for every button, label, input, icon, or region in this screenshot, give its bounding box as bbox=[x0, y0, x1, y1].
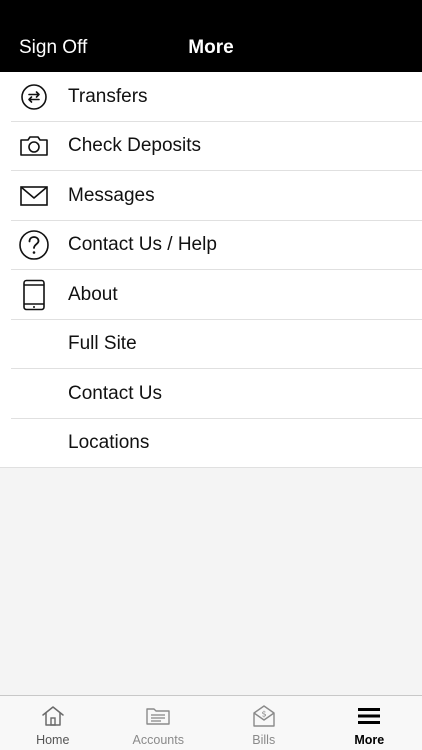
tab-label: Accounts bbox=[132, 733, 184, 747]
svg-text:$: $ bbox=[261, 710, 266, 719]
folder-icon bbox=[145, 704, 171, 728]
more-menu-list: Transfers Check Deposits Messages Contac… bbox=[0, 72, 422, 468]
tab-label: More bbox=[354, 733, 385, 747]
tab-label: Bills bbox=[252, 733, 276, 747]
question-circle-icon bbox=[14, 227, 54, 263]
camera-icon bbox=[14, 128, 54, 164]
menu-item-label: Check Deposits bbox=[68, 135, 202, 157]
tab-bar: Home Accounts $ Bills More bbox=[0, 695, 422, 750]
tab-label: Home bbox=[36, 733, 70, 747]
menu-item-label: Contact Us bbox=[68, 382, 162, 404]
menu-item-contact-help[interactable]: Contact Us / Help bbox=[0, 221, 422, 271]
tab-bills[interactable]: $ Bills bbox=[211, 696, 317, 750]
menu-item-label: Contact Us / Help bbox=[68, 234, 217, 256]
menu-item-label: Transfers bbox=[68, 85, 148, 107]
transfer-arrows-icon bbox=[14, 79, 54, 115]
phone-device-icon bbox=[14, 277, 54, 313]
tab-home[interactable]: Home bbox=[0, 696, 106, 750]
menu-item-label: Messages bbox=[68, 184, 155, 206]
bill-envelope-icon: $ bbox=[252, 704, 276, 728]
menu-item-messages[interactable]: Messages bbox=[0, 171, 422, 221]
envelope-icon bbox=[14, 178, 54, 214]
menu-item-transfers[interactable]: Transfers bbox=[0, 72, 422, 122]
menu-item-label: Locations bbox=[68, 432, 150, 454]
page-title: More bbox=[188, 37, 234, 58]
menu-item-label: About bbox=[68, 283, 118, 305]
menu-item-locations[interactable]: Locations bbox=[0, 419, 422, 469]
menu-item-about[interactable]: About bbox=[0, 270, 422, 320]
menu-item-label: Full Site bbox=[68, 333, 137, 355]
house-icon bbox=[41, 704, 65, 728]
tab-accounts[interactable]: Accounts bbox=[106, 696, 212, 750]
navigation-bar: Sign Off More bbox=[0, 0, 422, 72]
menu-item-contact-us[interactable]: Contact Us bbox=[0, 369, 422, 419]
hamburger-menu-icon bbox=[358, 704, 381, 728]
menu-item-check-deposits[interactable]: Check Deposits bbox=[0, 122, 422, 172]
tab-more[interactable]: More bbox=[317, 696, 422, 750]
menu-item-full-site[interactable]: Full Site bbox=[0, 320, 422, 370]
